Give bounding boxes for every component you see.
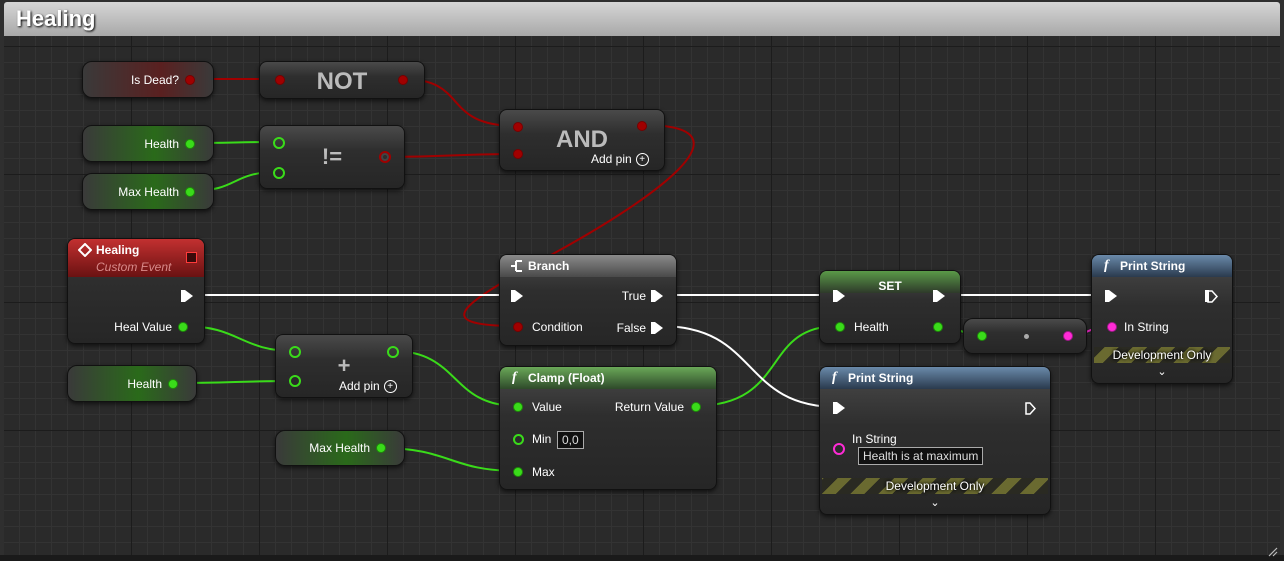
clamp-float-node[interactable]: f Clamp (Float) Value Return Value Min 0… (499, 366, 717, 490)
health-output-pin[interactable] (185, 139, 195, 149)
clamp-max-label: Max (532, 465, 555, 479)
chevron-down-icon[interactable]: ⌄ (820, 496, 1050, 509)
not-equal-output-pin[interactable] (379, 151, 391, 163)
set-health-node[interactable]: SET Health (819, 270, 961, 344)
set-exec-output-pin[interactable] (933, 290, 945, 302)
set-health-label: Health (854, 320, 889, 334)
function-icon: f (512, 370, 517, 385)
max-health-output-pin-2[interactable] (376, 443, 386, 453)
clamp-min-field[interactable]: 0,0 (557, 431, 584, 449)
max-health-variable-node-2[interactable]: Max Health (275, 430, 405, 466)
print-top-title: Print String (1120, 259, 1186, 273)
is-dead-label: Is Dead? (130, 72, 179, 87)
print-top-in-string-label: In String (1124, 320, 1169, 334)
add-pin-icon: + (383, 380, 397, 394)
branch-true-pin[interactable] (651, 290, 663, 302)
event-exec-output-pin[interactable] (181, 290, 193, 302)
bottom-bar (0, 555, 1284, 561)
event-header: Healing Custom Event (68, 239, 204, 277)
and-output-pin[interactable] (637, 121, 647, 131)
healing-custom-event-node[interactable]: Healing Custom Event Heal Value (67, 238, 205, 344)
branch-condition-label: Condition (532, 320, 583, 334)
print-bottom-header: f Print String (820, 367, 1050, 389)
clamp-value-label: Value (532, 400, 562, 414)
add-add-pin-label: Add pin (339, 379, 380, 393)
print-bottom-exec-input-pin[interactable] (833, 402, 845, 414)
add-add-pin-button[interactable]: Add pin + (339, 379, 397, 394)
max-health-label-2: Max Health (309, 441, 370, 455)
and-add-pin-button[interactable]: Add pin + (591, 152, 649, 167)
max-health-label: Max Health (118, 184, 179, 199)
health-label-2: Health (127, 376, 162, 391)
print-bottom-in-string-label: In String (852, 432, 897, 446)
add-pin-icon: + (635, 153, 649, 167)
branch-false-label: False (616, 321, 646, 335)
heal-value-label: Heal Value (114, 320, 172, 334)
conversion-output-pin[interactable] (1063, 331, 1073, 341)
branch-false-pin[interactable] (651, 322, 663, 334)
not-equal-node[interactable]: != (259, 125, 405, 189)
branch-title: Branch (528, 259, 570, 273)
max-health-output-pin[interactable] (185, 187, 195, 197)
is-dead-output-pin[interactable] (185, 75, 195, 85)
clamp-title: Clamp (Float) (528, 371, 605, 385)
branch-condition-pin[interactable] (513, 322, 523, 332)
print-bottom-exec-output-outline[interactable] (1025, 402, 1036, 415)
graph-title-bar: Healing (4, 2, 1280, 36)
print-top-in-string-pin[interactable] (1107, 322, 1117, 332)
print-bottom-dev-only-label: Development Only (885, 479, 985, 493)
print-bottom-in-string-pin[interactable] (833, 443, 845, 455)
max-health-variable-node[interactable]: Max Health (82, 173, 214, 210)
health-output-pin-2[interactable] (168, 379, 178, 389)
print-string-node-bottom[interactable]: f Print String In String Health is at ma… (819, 366, 1051, 515)
print-top-exec-output-outline (1207, 290, 1218, 303)
set-exec-input-pin[interactable] (833, 290, 845, 302)
event-diamond-icon (78, 243, 92, 257)
health-variable-node-2[interactable]: Health (67, 365, 197, 402)
branch-node[interactable]: Branch Condition True False (499, 254, 677, 346)
graph-title: Healing (16, 6, 96, 31)
clamp-header: f Clamp (Float) (500, 367, 716, 389)
chevron-down-icon[interactable]: ⌄ (1092, 365, 1232, 378)
clamp-value-pin[interactable] (513, 402, 523, 412)
function-icon: f (832, 370, 837, 385)
print-bottom-dev-only-banner: Development Only (822, 478, 1048, 494)
event-delegate-pin[interactable] (186, 252, 197, 263)
print-bottom-in-string-field[interactable]: Health is at maximum (858, 447, 984, 465)
print-top-header: f Print String (1092, 255, 1232, 277)
set-health-input-pin[interactable] (835, 322, 845, 332)
print-top-dev-only-banner: Development Only (1094, 347, 1230, 363)
conversion-dot-icon (1024, 334, 1029, 339)
branch-exec-input-pin[interactable] (511, 290, 523, 302)
clamp-min-pin[interactable] (513, 434, 524, 445)
add-node[interactable]: + Add pin + (275, 334, 413, 398)
clamp-max-pin[interactable] (513, 467, 523, 477)
branch-true-label: True (621, 289, 646, 303)
function-icon: f (1104, 258, 1109, 273)
and-add-pin-label: Add pin (591, 152, 632, 166)
clamp-return-label: Return Value (614, 400, 684, 414)
print-top-exec-input-pin[interactable] (1105, 290, 1117, 302)
float-to-string-conversion-node[interactable] (963, 318, 1087, 354)
conversion-input-pin[interactable] (977, 331, 987, 341)
resize-grip-icon[interactable] (1266, 545, 1278, 557)
health-label: Health (144, 136, 179, 151)
event-subtitle: Custom Event (96, 260, 172, 274)
not-node[interactable]: NOT (259, 61, 425, 99)
is-dead-variable-node[interactable]: Is Dead? (82, 61, 214, 98)
clamp-min-label: Min (532, 432, 552, 446)
print-bottom-title: Print String (848, 371, 914, 385)
set-health-output-pin[interactable] (933, 322, 943, 332)
branch-header: Branch (500, 255, 676, 277)
heal-value-output-pin[interactable] (178, 322, 188, 332)
clamp-return-pin[interactable] (691, 402, 701, 412)
print-top-dev-only-label: Development Only (1112, 348, 1212, 362)
branch-icon (511, 260, 522, 272)
event-title: Healing (96, 243, 140, 257)
add-output-pin[interactable] (387, 346, 399, 358)
print-string-node-top[interactable]: f Print String In String Development Onl… (1091, 254, 1233, 384)
health-variable-node[interactable]: Health (82, 125, 214, 162)
and-node[interactable]: AND Add pin + (499, 109, 665, 171)
not-output-pin[interactable] (398, 75, 408, 85)
